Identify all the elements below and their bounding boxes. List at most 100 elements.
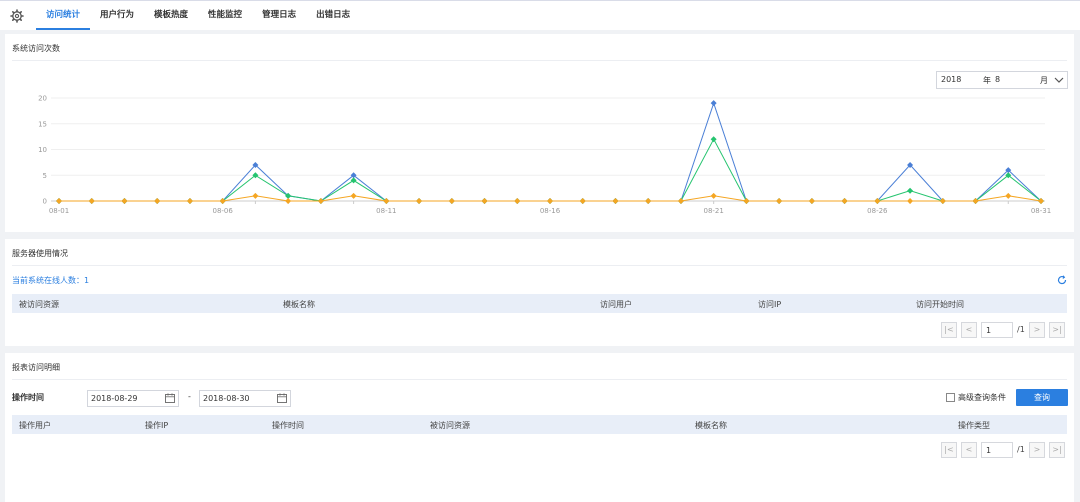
col-visit-ip: 访问IP xyxy=(758,300,782,309)
x-tick-label: 08-01 xyxy=(49,207,69,215)
data-point xyxy=(710,192,717,199)
col-op-user: 操作用户 xyxy=(19,421,51,430)
data-point xyxy=(285,198,292,204)
y-tick-label: 0 xyxy=(43,198,47,206)
online-count: 1 xyxy=(84,276,90,285)
x-tick-label: 08-31 xyxy=(1031,207,1051,215)
report-panel: 报表访问明细 操作时间 2018-08-29 - 2018-08-30 高级查询… xyxy=(5,353,1074,502)
data-point xyxy=(252,192,259,199)
prev-page-button[interactable]: < xyxy=(961,322,977,338)
divider xyxy=(12,265,1067,266)
prev-page-button[interactable]: < xyxy=(961,442,977,458)
data-point xyxy=(677,198,684,204)
x-tick-label: 08-21 xyxy=(703,207,723,215)
first-page-button[interactable]: |< xyxy=(941,442,957,458)
col-visit-start-time: 访问开始时间 xyxy=(916,300,964,309)
data-point xyxy=(710,136,717,143)
date-from-input[interactable]: 2018-08-29 xyxy=(87,390,179,407)
data-point xyxy=(710,100,717,107)
data-point xyxy=(907,187,914,194)
report-pager: |< < 1 /1 > >| xyxy=(941,442,1071,460)
online-users-text: 当前系统在线人数：1 xyxy=(12,275,89,286)
data-point xyxy=(841,198,848,204)
data-point xyxy=(121,198,128,204)
online-label: 当前系统在线人数： xyxy=(12,276,84,285)
date-from-value: 2018-08-29 xyxy=(91,394,138,403)
report-table-header: 操作用户 操作IP 操作时间 被访问资源 模板名称 操作类型 xyxy=(12,415,1067,434)
server-table-header: 被访问资源 模板名称 访问用户 访问IP 访问开始时间 xyxy=(12,294,1067,313)
server-title: 服务器使用情况 xyxy=(12,249,68,258)
data-point xyxy=(808,198,815,204)
data-point xyxy=(612,198,619,204)
col-visit-user: 访问用户 xyxy=(600,300,632,309)
col-template-name: 模板名称 xyxy=(695,421,727,430)
data-point xyxy=(1005,192,1012,199)
first-page-button[interactable]: |< xyxy=(941,322,957,338)
col-template-name: 模板名称 xyxy=(283,300,315,309)
op-time-label: 操作时间 xyxy=(12,393,44,402)
data-point xyxy=(448,198,455,204)
data-point xyxy=(547,198,553,204)
data-point xyxy=(907,198,914,204)
data-point xyxy=(186,198,193,204)
tab-template-popularity[interactable]: 模板热度 xyxy=(144,1,198,31)
date-to-value: 2018-08-30 xyxy=(203,394,250,403)
divider xyxy=(12,379,1067,380)
date-separator: - xyxy=(188,392,191,401)
nav-tabs: 访问统计 用户行为 模板热度 性能监控 管理日志 出错日志 xyxy=(36,1,360,31)
visits-line-chart: 0 5 10 15 20 08-01 08-06 08-11 08-16 08-21 08-26 08… xyxy=(38,95,1051,216)
report-title: 报表访问明细 xyxy=(12,363,60,372)
y-tick-label: 5 xyxy=(43,172,47,180)
col-op-time: 操作时间 xyxy=(272,421,304,430)
data-point xyxy=(743,198,750,204)
col-accessed-resource: 被访问资源 xyxy=(430,421,470,430)
query-button[interactable]: 查询 xyxy=(1016,389,1068,406)
y-tick-label: 20 xyxy=(38,95,47,103)
x-tick-label: 08-11 xyxy=(376,207,396,215)
x-tick-label: 08-26 xyxy=(867,207,888,215)
tab-user-behavior[interactable]: 用户行为 xyxy=(90,1,144,31)
top-nav-bar: 访问统计 用户行为 模板热度 性能监控 管理日志 出错日志 xyxy=(0,0,1080,30)
data-point xyxy=(88,198,95,204)
col-op-type: 操作类型 xyxy=(958,421,990,430)
page-input[interactable]: 1 xyxy=(981,442,1013,458)
y-tick-label: 10 xyxy=(38,146,47,154)
data-point xyxy=(481,198,488,204)
advanced-query-checkbox[interactable] xyxy=(946,393,955,402)
calendar-icon[interactable] xyxy=(277,393,287,403)
page-total: /1 xyxy=(1017,445,1025,454)
refresh-icon[interactable] xyxy=(1057,275,1067,285)
data-point xyxy=(645,198,652,204)
tab-visit-stats[interactable]: 访问统计 xyxy=(36,1,91,31)
last-page-button[interactable]: >| xyxy=(1049,322,1065,338)
col-accessed-resource: 被访问资源 xyxy=(19,300,59,309)
next-page-button[interactable]: > xyxy=(1029,442,1045,458)
page-input[interactable]: 1 xyxy=(981,322,1013,338)
advanced-query-label: 高级查询条件 xyxy=(958,393,1006,402)
data-point xyxy=(514,198,521,204)
tab-performance-monitor[interactable]: 性能监控 xyxy=(198,1,252,31)
next-page-button[interactable]: > xyxy=(1029,322,1045,338)
date-to-input[interactable]: 2018-08-30 xyxy=(199,390,291,407)
series-line xyxy=(59,101,1042,202)
data-point xyxy=(154,198,161,204)
last-page-button[interactable]: >| xyxy=(1049,442,1065,458)
data-point xyxy=(56,198,62,204)
x-tick-label: 08-16 xyxy=(540,207,561,215)
data-point xyxy=(350,177,357,184)
calendar-icon[interactable] xyxy=(165,393,175,403)
server-pager: |< < 1 /1 > >| xyxy=(941,322,1071,340)
series-line xyxy=(59,138,1042,202)
data-point xyxy=(416,198,423,204)
data-point xyxy=(776,198,783,204)
server-panel: 服务器使用情况 当前系统在线人数：1 被访问资源 模板名称 访问用户 访问IP … xyxy=(5,239,1074,346)
data-point xyxy=(579,198,586,204)
tab-error-log[interactable]: 出错日志 xyxy=(306,1,360,31)
page-total: /1 xyxy=(1017,325,1025,334)
data-point xyxy=(350,192,357,199)
y-tick-label: 15 xyxy=(38,120,47,128)
gear-icon[interactable] xyxy=(10,9,24,23)
col-op-ip: 操作IP xyxy=(145,421,169,430)
tab-admin-log[interactable]: 管理日志 xyxy=(252,1,306,31)
visits-panel: 系统访问次数 2018 年 8 月 0 5 10 15 20 08-01 08-06 08-1… xyxy=(5,34,1074,232)
